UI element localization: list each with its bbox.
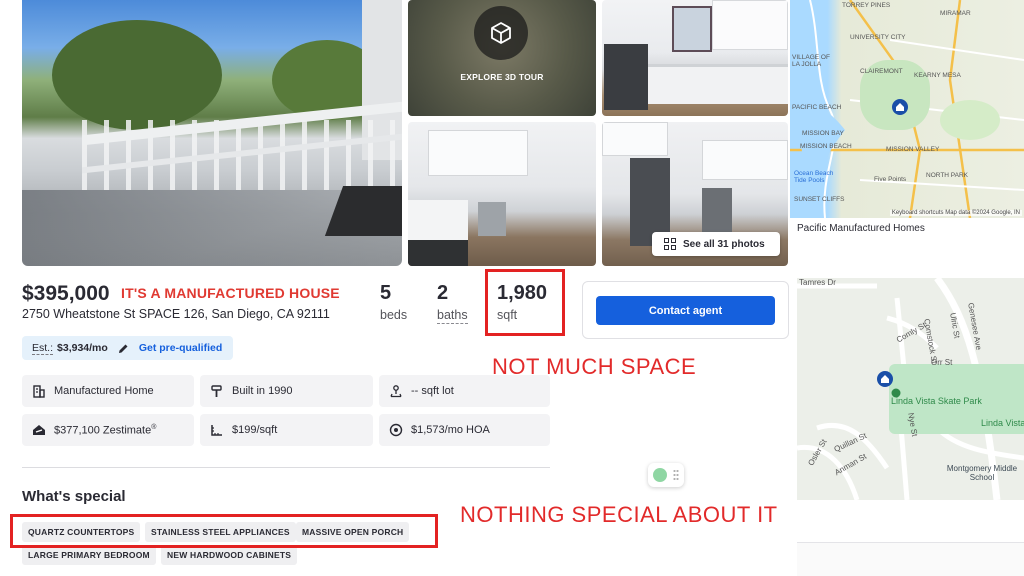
fact-hoa-label: $1,573/mo HOA	[411, 424, 490, 436]
annotation-special-box	[10, 514, 438, 548]
estimate-value: $3,934/mo	[57, 342, 108, 354]
contact-agent-button[interactable]: Contact agent	[596, 296, 775, 325]
map-label: Linda Vista	[981, 418, 1024, 428]
stove	[702, 188, 732, 236]
stove	[604, 44, 648, 110]
map-label: SUNSET CLIFFS	[794, 196, 845, 203]
cabinet	[602, 122, 668, 156]
cube-icon	[474, 6, 528, 60]
zestimate-icon	[33, 425, 45, 435]
cabinet-2	[702, 140, 788, 180]
fact-zestimate: $377,100 Zestimate®	[22, 414, 194, 446]
area-map[interactable]: TORREY PINES MIRAMAR UNIVERSITY CITY VIL…	[790, 0, 1024, 218]
registered-mark: ®	[151, 423, 157, 431]
island-base	[408, 240, 468, 266]
fact-price-per-sqft-label: $199/sqft	[232, 424, 278, 436]
baths-label[interactable]: baths	[437, 308, 468, 324]
grid-icon	[664, 238, 676, 250]
map-label: VILLAGE OF LA JOLLA	[792, 54, 830, 68]
map-label: Tamres Dr	[799, 278, 836, 287]
fact-lot-size-label: -- sqft lot	[411, 385, 454, 397]
map-label: MIRAMAR	[940, 10, 971, 17]
cabinet	[712, 0, 788, 50]
fact-price-per-sqft: $199/sqft	[200, 414, 373, 446]
map-park	[940, 100, 1000, 140]
whats-special-heading: What's special	[22, 488, 126, 505]
home-pin-icon[interactable]	[876, 370, 894, 388]
map-label: Linda Vista Skate Park	[891, 396, 982, 406]
kitchen-photo-2[interactable]	[408, 122, 596, 266]
baths-stat: 2 baths	[437, 282, 468, 324]
map-label: MISSION VALLEY	[886, 146, 940, 153]
annotation-sqft-box	[485, 269, 565, 336]
floating-toggle[interactable]	[648, 463, 684, 487]
counter	[648, 64, 788, 104]
building-icon	[33, 385, 45, 398]
prequal-banner: Est.: $3,934/mo Get pre-qualified	[22, 336, 233, 360]
map-label: MISSION BAY	[802, 130, 844, 137]
annotation-manufactured: IT'S A MANUFACTURED HOUSE	[121, 285, 340, 301]
special-tag: LARGE PRIMARY BEDROOM	[22, 545, 156, 565]
get-prequalified-link[interactable]: Get pre-qualified	[139, 342, 222, 354]
map-label: Orr St	[931, 358, 953, 367]
annotation-special: NOTHING SPECIAL ABOUT IT	[460, 502, 778, 527]
section-divider	[22, 467, 550, 468]
dishwasher	[478, 202, 506, 236]
beds-value: 5	[380, 282, 392, 304]
special-tag: NEW HARDWOOD CABINETS	[161, 545, 298, 565]
see-all-photos-label: See all 31 photos	[683, 238, 765, 250]
lot-icon	[390, 385, 402, 398]
fact-zestimate-label[interactable]: $377,100 Zestimate®	[54, 424, 156, 437]
window	[672, 6, 712, 52]
explore-3d-tour-tile[interactable]: EXPLORE 3D TOUR	[408, 0, 596, 116]
beds-stat: 5 beds	[380, 282, 407, 322]
pencil-icon	[118, 344, 128, 353]
fact-home-type: Manufactured Home	[22, 375, 194, 407]
baths-value: 2	[437, 282, 449, 304]
hoa-icon	[389, 423, 403, 437]
status-dot-icon	[653, 468, 667, 482]
fact-year-built-label: Built in 1990	[232, 385, 293, 397]
map-label: KEARNY MESA	[914, 72, 961, 79]
hammer-icon	[211, 385, 222, 397]
listing-price: $395,000	[22, 282, 110, 305]
map-label: MISSION BEACH	[800, 143, 852, 150]
zestimate-value: $377,100 Zestimate	[54, 424, 152, 437]
street-map[interactable]: Tamres Dr Genesee Ave Comly St Comstock …	[797, 278, 1024, 500]
map-caption: Pacific Manufactured Homes	[797, 223, 925, 234]
home-pin-icon[interactable]	[891, 98, 909, 116]
map-label: NORTH PARK	[926, 172, 969, 179]
map-footer	[797, 542, 1024, 576]
map-label: CLAIREMONT	[860, 68, 903, 75]
map-label: Ocean Beach Tide Pools	[794, 170, 834, 184]
kitchen-photo-1[interactable]	[602, 0, 788, 116]
drag-handle-icon[interactable]	[673, 469, 679, 481]
map-label: Montgomery Middle School	[946, 464, 1018, 482]
ruler-icon	[211, 425, 222, 436]
map-label: Five Points	[874, 176, 907, 183]
fact-home-type-label: Manufactured Home	[54, 385, 154, 397]
park-marker-icon	[891, 388, 901, 398]
map-label: TORREY PINES	[842, 2, 891, 9]
cabinet	[428, 130, 528, 176]
hero-tree	[52, 20, 222, 130]
map-credit: Keyboard shortcuts Map data ©2024 Google…	[889, 210, 1022, 216]
map-label: UNIVERSITY CITY	[850, 34, 906, 41]
fact-hoa: $1,573/mo HOA	[379, 414, 550, 446]
listing-address: 2750 Wheatstone St SPACE 126, San Diego,…	[22, 307, 330, 321]
fact-lot-size: -- sqft lot	[379, 375, 550, 407]
beds-label: beds	[380, 308, 408, 322]
hero-photo[interactable]	[22, 0, 402, 266]
fact-year-built: Built in 1990	[200, 375, 373, 407]
estimate-prefix[interactable]: Est.:	[32, 342, 54, 355]
explore-3d-tour-label: EXPLORE 3D TOUR	[460, 72, 544, 82]
map-label: PACIFIC BEACH	[792, 104, 842, 111]
see-all-photos-button[interactable]: See all 31 photos	[652, 232, 780, 256]
